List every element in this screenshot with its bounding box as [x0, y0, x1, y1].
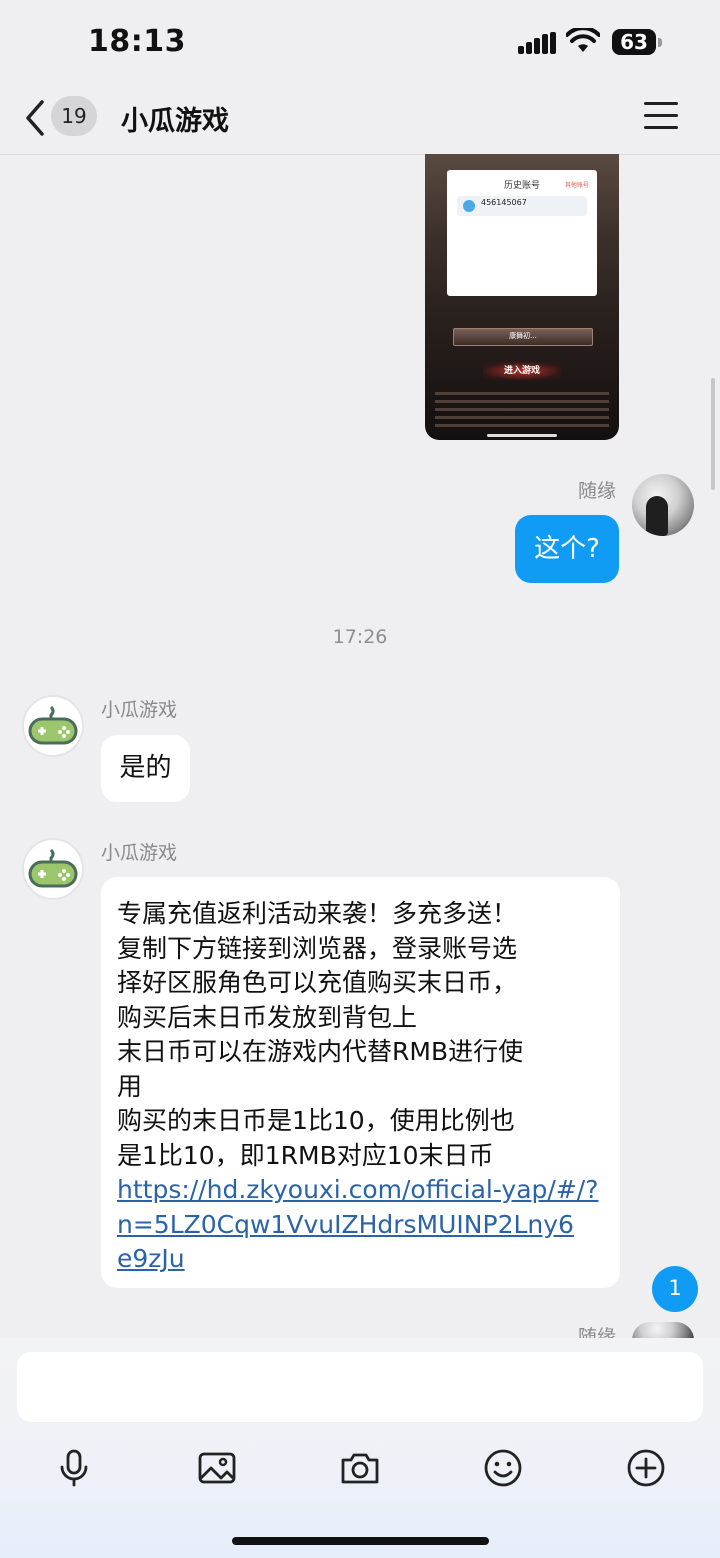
status-time: 18:13 — [88, 24, 186, 59]
chat-title: 小瓜游戏 — [121, 106, 229, 137]
sender-name: 小瓜游戏 — [101, 699, 178, 721]
other-account-link: 其他账号 — [564, 182, 589, 189]
microphone-icon[interactable] — [54, 1448, 94, 1488]
avatar[interactable] — [632, 474, 694, 536]
message-line: 末日币可以在游戏内代替RMB进行使 — [117, 1037, 524, 1066]
menu-icon[interactable] — [644, 102, 678, 130]
chat-header — [0, 80, 720, 155]
gamepad-icon — [28, 848, 78, 888]
sender-name: 小瓜游戏 — [101, 842, 178, 864]
back-chevron-icon[interactable] — [20, 98, 50, 138]
account-row: 456145067 — [457, 196, 587, 216]
message-input[interactable] — [17, 1352, 703, 1422]
message-bubble-incoming[interactable]: 专属充值返利活动来袭！多充多送！ 复制下方链接到浏览器，登录账号选 择好区服角色… — [101, 877, 620, 1288]
avatar[interactable] — [22, 695, 84, 757]
home-indicator[interactable] — [232, 1537, 489, 1545]
server-label: 康舞初... — [509, 332, 537, 340]
message-line: 复制下方链接到浏览器，登录账号选 — [117, 933, 518, 963]
recharge-link[interactable]: e9zJu — [117, 1242, 604, 1277]
recharge-link[interactable]: https://hd.zkyouxi.com/official-yap/#/? — [117, 1173, 604, 1208]
unread-count-badge[interactable]: 19 — [51, 96, 97, 136]
message-line: 购买后末日币发放到背包上 — [117, 1002, 418, 1032]
plus-icon[interactable] — [626, 1448, 666, 1488]
cellular-signal-icon — [518, 32, 556, 54]
message-line: 择好区服角色可以充值购买末日币， — [117, 968, 518, 997]
avatar[interactable] — [22, 838, 84, 900]
server-select-bar: 康舞初... — [453, 328, 593, 346]
sender-name: 随缘 — [578, 1326, 617, 1338]
emoji-icon[interactable] — [483, 1448, 523, 1488]
scrollbar[interactable] — [711, 378, 715, 490]
message-line: 专属充值返利活动来袭！多充多送！ — [117, 899, 518, 928]
camera-icon[interactable] — [340, 1448, 380, 1488]
message-line: 用 — [117, 1071, 143, 1101]
enter-game-button: 进入游戏 — [483, 362, 561, 380]
message-line: 购买的末日币是1比10，使用比例也 — [117, 1106, 515, 1135]
recharge-link[interactable]: n=5LZ0Cqw1VvuIZHdrsMUINP2Lny6 — [117, 1208, 604, 1243]
history-account-dialog: 历史账号 其他账号 456145067 — [447, 170, 597, 296]
new-message-badge[interactable]: 1 — [652, 1266, 698, 1312]
wifi-icon — [566, 28, 600, 52]
image-icon[interactable] — [197, 1448, 237, 1488]
message-bubble-outgoing[interactable]: 这个? — [515, 515, 619, 583]
account-number: 456145067 — [481, 198, 527, 207]
gamepad-icon — [28, 705, 78, 745]
message-line: 是1比10，即1RMB对应10末日币 — [117, 1140, 494, 1170]
message-bubble-incoming[interactable]: 是的 — [101, 735, 190, 802]
account-icon — [463, 200, 475, 212]
time-divider: 17:26 — [332, 626, 388, 648]
shared-screenshot-image[interactable]: 历史账号 其他账号 456145067 康舞初... 进入游戏 — [425, 154, 619, 440]
sender-name: 随缘 — [578, 480, 617, 502]
battery-icon: 63 — [612, 29, 662, 55]
battery-level: 63 — [612, 29, 656, 55]
